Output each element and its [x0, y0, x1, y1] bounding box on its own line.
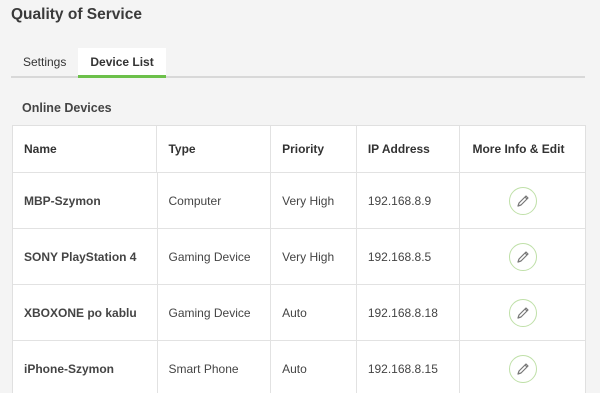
edit-cell: [460, 285, 585, 340]
device-type: Smart Phone: [158, 341, 272, 393]
page-title: Quality of Service: [11, 6, 142, 23]
column-header-priority: Priority: [271, 126, 357, 172]
table-row: SONY PlayStation 4 Gaming Device Very Hi…: [13, 229, 585, 285]
tab-settings[interactable]: Settings: [11, 48, 78, 78]
edit-button[interactable]: [508, 186, 537, 215]
edit-button[interactable]: [508, 242, 537, 271]
pencil-icon: [517, 306, 529, 319]
tab-bar: Settings Device List: [11, 48, 585, 78]
edit-cell: [460, 229, 585, 284]
device-ip: 192.168.8.15: [357, 341, 461, 393]
column-header-more-info: More Info & Edit: [472, 142, 565, 156]
table-row: MBP-Szymon Computer Very High 192.168.8.…: [13, 173, 585, 229]
device-type: Gaming Device: [158, 285, 272, 340]
column-header-ip: IP Address: [357, 126, 461, 172]
device-type: Computer: [158, 173, 272, 228]
device-ip: 192.168.8.9: [357, 173, 461, 228]
pencil-icon: [517, 362, 529, 375]
qos-page: Quality of Service Settings Device List …: [0, 0, 600, 393]
column-header-type: Type: [157, 126, 272, 172]
edit-button[interactable]: [508, 354, 537, 383]
device-name: MBP-Szymon: [13, 173, 158, 228]
device-name: SONY PlayStation 4: [13, 229, 158, 284]
edit-cell: [460, 173, 585, 228]
device-ip: 192.168.8.18: [357, 285, 461, 340]
pencil-icon: [517, 250, 529, 263]
section-title: Online Devices: [22, 101, 112, 115]
edit-button[interactable]: [508, 298, 537, 327]
device-name: iPhone-Szymon: [13, 341, 158, 393]
edit-cell: [460, 341, 585, 393]
device-type: Gaming Device: [158, 229, 272, 284]
table-row: XBOXONE po kablu Gaming Device Auto 192.…: [13, 285, 585, 341]
device-name: XBOXONE po kablu: [13, 285, 158, 340]
devices-table: Name Type Priority IP Address More Info …: [12, 125, 586, 393]
device-ip: 192.168.8.5: [357, 229, 461, 284]
table-row: iPhone-Szymon Smart Phone Auto 192.168.8…: [13, 341, 585, 393]
tab-device-list[interactable]: Device List: [78, 48, 166, 78]
device-priority: Very High: [271, 173, 357, 228]
pencil-icon: [517, 194, 529, 207]
device-priority: Auto: [271, 285, 357, 340]
column-header-name: Name: [13, 126, 158, 172]
device-priority: Very High: [271, 229, 357, 284]
device-priority: Auto: [271, 341, 357, 393]
table-header-row: Name Type Priority IP Address More Info …: [13, 126, 585, 173]
